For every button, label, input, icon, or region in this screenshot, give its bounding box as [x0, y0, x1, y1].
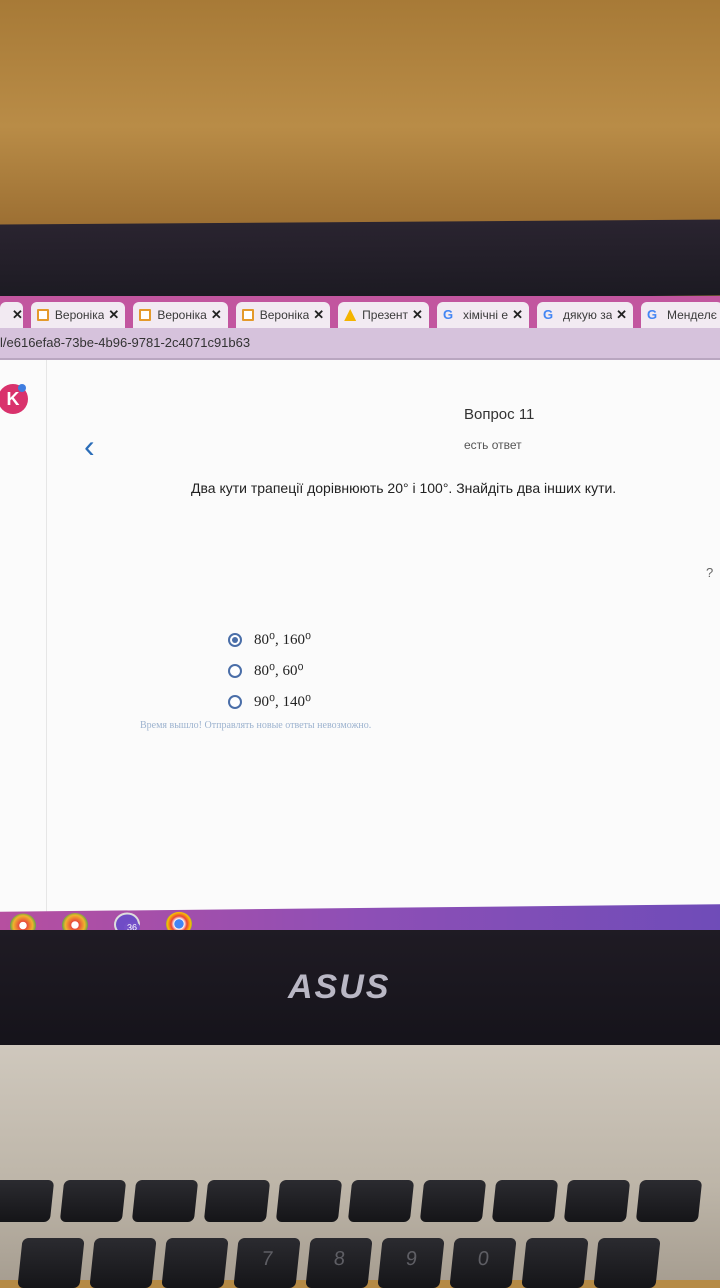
notification-dot [18, 384, 26, 392]
keyboard-key [593, 1238, 661, 1288]
answer-options: 80⁰, 160⁰ 80⁰, 60⁰ 90⁰, 140⁰ [228, 624, 311, 717]
browser-tab[interactable]: Вероніка ✕ [30, 302, 126, 328]
google-icon: G [442, 307, 454, 322]
browser-tab[interactable]: Вероніка ✕ [235, 302, 331, 328]
keyboard-key [17, 1238, 85, 1288]
key-0: 0 [449, 1238, 517, 1288]
keyboard-key [161, 1238, 229, 1288]
key-7: 7 [233, 1238, 301, 1288]
number-key-row: 7 8 9 0 [17, 1238, 720, 1288]
question-status: есть ответ [464, 438, 522, 452]
keyboard-key [89, 1238, 157, 1288]
tab-label: Презент [362, 308, 409, 322]
browser-tab[interactable]: G дякую за ✕ [537, 302, 633, 328]
keyboard-key [131, 1180, 199, 1222]
radio-icon[interactable] [228, 663, 242, 678]
tab-label: Вероніка [259, 308, 310, 322]
question-number: Вопрос 11 [464, 406, 535, 423]
time-over-notice: Время вышло! Отправлять новые ответы нев… [140, 720, 372, 731]
answer-option[interactable]: 90⁰, 140⁰ [228, 686, 311, 717]
keyboard-key [635, 1180, 703, 1222]
close-tab-icon[interactable]: ✕ [512, 307, 523, 323]
laptop-bezel-top [0, 219, 720, 301]
tab-label: Менделє [667, 308, 717, 322]
tab-label: Вероніка [157, 308, 207, 322]
keyboard-key [203, 1180, 271, 1222]
close-tab-icon[interactable]: ✕ [12, 307, 23, 323]
close-tab-icon[interactable]: ✕ [211, 307, 222, 323]
option-label: 80⁰, 60⁰ [254, 663, 304, 679]
browser-tab-bar: ✕ Вероніка ✕ Вероніка ✕ Вероніка ✕ Презе… [0, 296, 720, 328]
back-chevron-icon[interactable]: ‹ [84, 430, 95, 462]
sidebar-divider [46, 360, 47, 936]
function-key-row [0, 1180, 712, 1222]
keyboard-key [347, 1180, 415, 1222]
tab-label: Вероніка [54, 308, 105, 322]
doc-icon [36, 309, 49, 321]
quiz-page: K ‹ Вопрос 11 есть ответ Два кути трапец… [0, 360, 720, 936]
option-label: 80⁰, 160⁰ [254, 632, 312, 648]
browser-tab[interactable]: ✕ [0, 302, 23, 328]
google-icon: G [543, 307, 554, 322]
option-label: 90⁰, 140⁰ [254, 694, 312, 710]
slides-icon [344, 309, 357, 321]
background-wall [0, 0, 720, 230]
tab-label: дякую за [563, 308, 613, 322]
browser-tab[interactable]: Презент ✕ [338, 302, 429, 328]
laptop-screen: ✕ Вероніка ✕ Вероніка ✕ Вероніка ✕ Презе… [0, 296, 720, 936]
answer-option[interactable]: 80⁰, 160⁰ [228, 624, 311, 655]
radio-icon[interactable] [228, 694, 242, 709]
answer-option[interactable]: 80⁰, 60⁰ [228, 655, 311, 686]
asus-logo: ASUS [288, 968, 391, 1006]
address-bar[interactable]: l/e616efa8-73be-4b96-9781-2c4071c91b63 [0, 328, 720, 360]
radio-selected-icon[interactable] [228, 632, 242, 647]
key-8: 8 [305, 1238, 373, 1288]
close-tab-icon[interactable]: ✕ [616, 307, 627, 323]
browser-tab[interactable]: G Менделє [641, 302, 720, 328]
keyboard-key [491, 1180, 559, 1222]
doc-icon [241, 309, 254, 321]
browser-tab[interactable]: G хімічні е ✕ [436, 302, 529, 328]
key-9: 9 [377, 1238, 445, 1288]
keyboard-key [419, 1180, 487, 1222]
keyboard-key [59, 1180, 127, 1222]
keyboard-key [275, 1180, 343, 1222]
keyboard-key [521, 1238, 589, 1288]
doc-icon [139, 309, 152, 321]
keyboard-key [0, 1180, 55, 1222]
keyboard-key [563, 1180, 631, 1222]
browser-tab[interactable]: Вероніка ✕ [133, 302, 228, 328]
help-icon[interactable]: ? [706, 565, 713, 580]
tab-label: хімічні е [462, 308, 509, 322]
close-tab-icon[interactable]: ✕ [412, 307, 423, 323]
close-tab-icon[interactable]: ✕ [108, 307, 119, 323]
close-tab-icon[interactable]: ✕ [313, 307, 324, 323]
question-text: Два кути трапеції дорівнюють 20° і 100°.… [191, 480, 617, 496]
google-icon: G [647, 307, 658, 322]
